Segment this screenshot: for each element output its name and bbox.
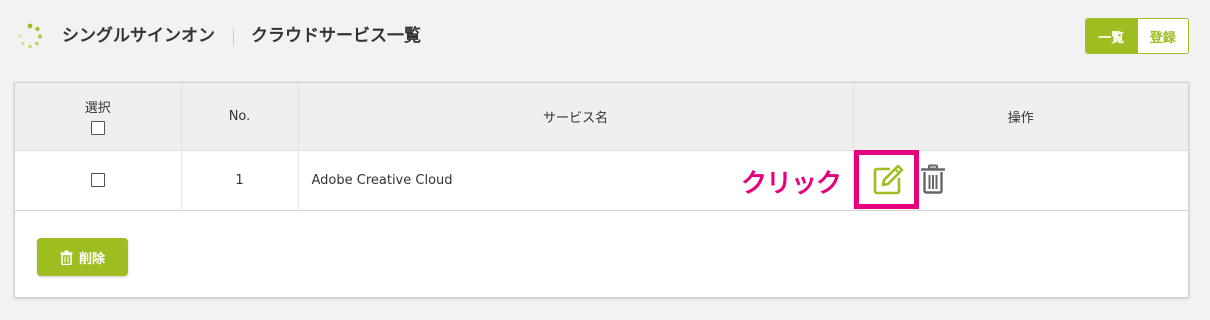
column-header-select: 選択 xyxy=(15,83,182,150)
row-checkbox[interactable] xyxy=(90,173,105,187)
register-button[interactable]: 登録 xyxy=(1136,19,1188,53)
delete-button[interactable]: 削除 xyxy=(37,238,128,276)
row-no: 1 xyxy=(181,150,299,210)
click-annotation: クリック xyxy=(741,169,842,199)
page-title: クラウドサービス一覧 xyxy=(251,26,421,46)
app-title: シングルサインオン xyxy=(62,26,215,46)
table-header-row: 選択 No. サービス名 操作 xyxy=(15,83,1188,150)
page-header: シングルサインオン クラウドサービス一覧 一覧 登録 xyxy=(0,0,1210,72)
list-view-button[interactable]: 一覧 xyxy=(1086,19,1137,53)
edit-pencil-icon[interactable] xyxy=(871,163,905,197)
trash-icon xyxy=(60,250,73,265)
select-all-checkbox[interactable] xyxy=(90,120,105,135)
delete-button-label: 削除 xyxy=(78,251,105,267)
view-toggle: 一覧 登録 xyxy=(1085,18,1189,54)
table-row: 1 Adobe Creative Cloud xyxy=(15,150,1188,210)
services-panel: 選択 No. サービス名 操作 1 Adobe Creative Cloud ク… xyxy=(14,82,1189,298)
trash-icon[interactable] xyxy=(921,164,945,194)
spinner-dots-icon xyxy=(18,23,42,49)
column-header-service-name: サービス名 xyxy=(298,83,854,150)
column-header-no: No. xyxy=(181,83,299,150)
title-divider xyxy=(233,29,234,45)
select-column-label: 選択 xyxy=(84,101,111,117)
row-select-cell xyxy=(15,150,182,210)
services-table: 選択 No. サービス名 操作 1 Adobe Creative Cloud xyxy=(15,83,1188,211)
column-header-actions: 操作 xyxy=(1007,110,1034,126)
